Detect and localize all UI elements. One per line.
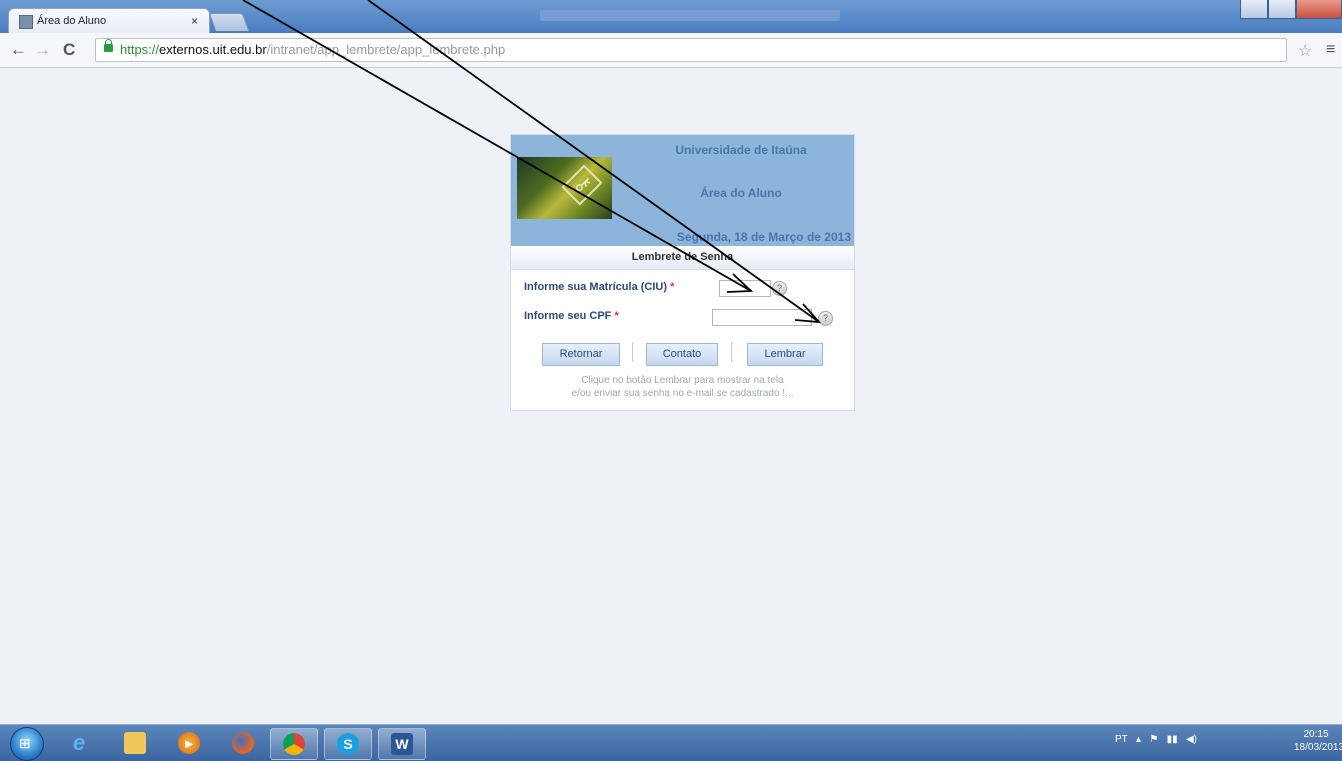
back-icon[interactable]: ← <box>10 41 27 58</box>
windows-logo-icon: ⊞ <box>19 735 31 751</box>
new-tab-button[interactable] <box>208 13 250 31</box>
forward-icon[interactable]: → <box>34 41 51 58</box>
section-title: Lembrete de Senha <box>511 246 854 270</box>
chrome-taskbar-icon[interactable] <box>270 728 318 760</box>
bookmark-star-icon[interactable]: ☆ <box>1298 41 1312 61</box>
address-bar[interactable]: https://externos.uit.edu.br/intranet/app… <box>95 38 1287 62</box>
browser-tab[interactable]: Área do Aluno × <box>8 8 210 34</box>
browser-toolbar: ← → C https://externos.uit.edu.br/intran… <box>0 33 1342 68</box>
cpf-input[interactable] <box>712 309 812 326</box>
area-title: Área do Aluno <box>700 186 782 200</box>
header-banner: ⚷ Universidade de Itaúna Área do Aluno S… <box>511 135 854 246</box>
close-window-button[interactable] <box>1296 0 1342 19</box>
password-reminder-panel: ⚷ Universidade de Itaúna Área do Aluno S… <box>510 134 855 411</box>
lembrar-button[interactable]: Lembrar <box>747 343 823 366</box>
key-icon: ⚷ <box>561 164 603 206</box>
system-clock[interactable]: 20:15 18/03/2013 <box>1294 728 1342 754</box>
tab-title: Área do Aluno <box>37 15 107 27</box>
window-title-blur <box>540 10 840 21</box>
windows-taskbar: ⊞ e ▸ S W PT ▴ ⚑ ▮▮ ◀) 20:15 18/03/2013 <box>0 724 1342 761</box>
explorer-taskbar-icon[interactable] <box>112 728 158 758</box>
language-indicator[interactable]: PT <box>1115 734 1128 745</box>
browser-menu-icon[interactable]: ≡ <box>1326 41 1335 59</box>
current-date: Segunda, 18 de Março de 2013 <box>676 230 851 244</box>
volume-icon[interactable]: ◀) <box>1186 734 1197 745</box>
hint-text: Clique no botão Lembrar para mostrar na … <box>571 375 794 399</box>
word-taskbar-icon[interactable]: W <box>378 728 426 760</box>
firefox-taskbar-icon[interactable] <box>220 728 266 758</box>
clock-time: 20:15 <box>1303 729 1329 740</box>
start-button[interactable]: ⊞ <box>10 727 44 761</box>
reload-icon[interactable]: C <box>63 41 75 58</box>
university-name: Universidade de Itaúna <box>675 143 807 157</box>
cpf-label: Informe seu CPF * <box>524 310 619 322</box>
cpf-help-icon[interactable]: ? <box>818 311 833 326</box>
clock-date: 18/03/2013 <box>1294 742 1342 753</box>
matricula-help-icon[interactable]: ? <box>772 281 787 296</box>
network-icon[interactable]: ▮▮ <box>1167 734 1184 745</box>
ie-taskbar-icon[interactable]: e <box>56 728 102 758</box>
button-separator <box>731 342 732 362</box>
skype-taskbar-icon[interactable]: S <box>324 728 372 760</box>
lock-icon <box>104 39 113 52</box>
show-hidden-icons[interactable]: ▴ <box>1130 734 1146 745</box>
tab-favicon-icon <box>19 15 33 29</box>
key-logo-image: ⚷ <box>517 157 612 219</box>
tab-close-icon[interactable]: × <box>191 14 198 28</box>
retornar-button[interactable]: Retornar <box>542 343 620 366</box>
button-separator <box>632 342 633 362</box>
url-text: https://externos.uit.edu.br/intranet/app… <box>120 42 506 57</box>
browser-titlebar: Área do Aluno × <box>0 0 1342 34</box>
contato-button[interactable]: Contato <box>646 343 718 366</box>
window-controls <box>1240 0 1342 22</box>
maximize-button[interactable] <box>1268 0 1296 19</box>
matricula-label: Informe sua Matrícula (CIU) * <box>524 281 675 293</box>
action-center-flag-icon[interactable]: ⚑ <box>1149 734 1164 745</box>
system-tray: PT ▴ ⚑ ▮▮ ◀) <box>1115 734 1197 745</box>
matricula-input[interactable] <box>719 280 771 297</box>
media-player-taskbar-icon[interactable]: ▸ <box>166 728 212 758</box>
minimize-button[interactable] <box>1240 0 1268 19</box>
